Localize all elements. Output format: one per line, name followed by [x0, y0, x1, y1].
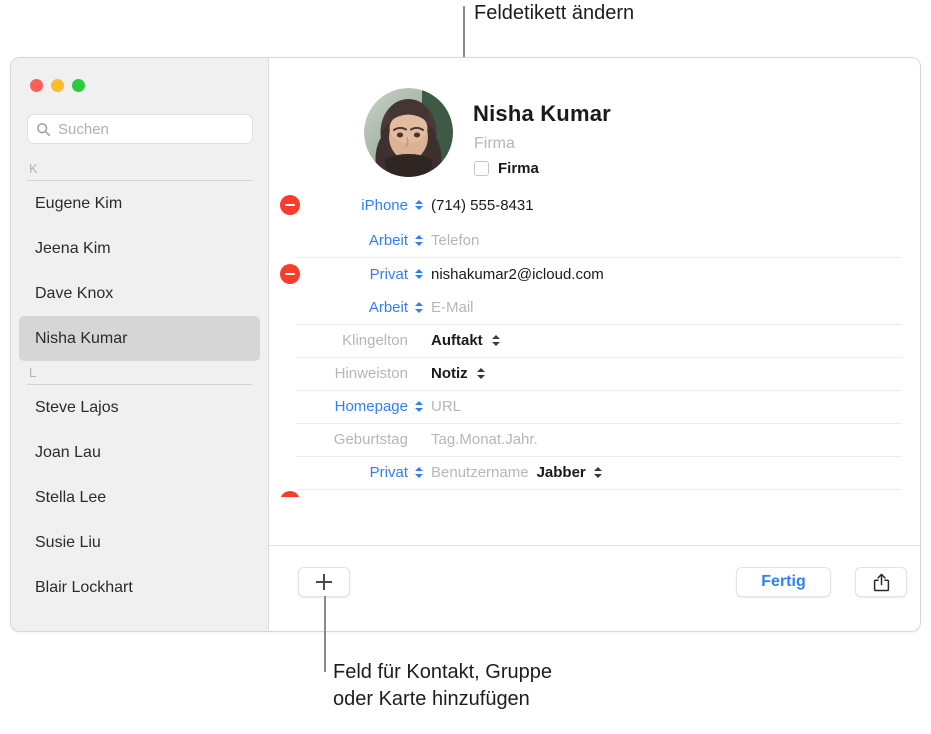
company-checkbox[interactable]	[474, 161, 489, 176]
done-button-label: Fertig	[761, 573, 806, 590]
chevron-updown-icon[interactable]	[413, 302, 424, 313]
field-row-ringtone[interactable]: Klingelton Auftakt	[269, 324, 920, 357]
field-row-phone-iphone[interactable]: iPhone (714) 555-8431	[269, 186, 920, 224]
field-value-placeholder[interactable]: URL	[431, 398, 461, 415]
done-button[interactable]: Fertig	[736, 567, 831, 597]
contact-name-label: Eugene Kim	[35, 194, 123, 212]
field-value[interactable]: nishakumar2@icloud.com	[431, 266, 604, 283]
field-row-email-work[interactable]: Arbeit E-Mail	[269, 291, 920, 324]
callout-leader-line-bottom	[324, 596, 326, 672]
share-button[interactable]	[855, 567, 907, 597]
field-value-placeholder[interactable]: Benutzername	[431, 464, 529, 481]
field-value[interactable]: Notiz	[431, 365, 468, 382]
contact-card-header: Nisha Kumar Firma Firma	[269, 58, 920, 186]
field-separator	[297, 489, 902, 490]
field-row-homepage[interactable]: Homepage URL	[269, 390, 920, 423]
avatar-photo	[364, 88, 453, 177]
sidebar-item-nisha-kumar[interactable]: Nisha Kumar	[19, 316, 260, 361]
field-separator	[297, 324, 902, 325]
add-field-button[interactable]	[298, 567, 350, 597]
field-label[interactable]: Arbeit	[269, 299, 411, 316]
sidebar-item-steve-lajos[interactable]: Steve Lajos	[19, 385, 260, 430]
contact-name-label: Susie Liu	[35, 533, 101, 551]
search-placeholder: Suchen	[58, 120, 109, 138]
im-service-value[interactable]: Jabber	[537, 464, 586, 481]
minimize-button[interactable]	[51, 79, 64, 92]
sidebar-item-susie-liu[interactable]: Susie Liu	[19, 520, 260, 565]
delete-field-button[interactable]	[280, 491, 300, 497]
contacts-window: Suchen K Eugene Kim Jeena Kim Dave Knox …	[10, 57, 921, 632]
chevron-updown-icon[interactable]	[413, 199, 424, 211]
group-header-letter: K	[29, 161, 38, 176]
contact-list[interactable]: K Eugene Kim Jeena Kim Dave Knox Nisha K…	[11, 157, 268, 631]
chevron-updown-icon[interactable]	[491, 335, 502, 346]
field-label[interactable]: Homepage	[269, 398, 411, 415]
sidebar-item-joan-lau[interactable]: Joan Lau	[19, 430, 260, 475]
callout-label-bottom: Feld für Kontakt, Gruppe oder Karte hinz…	[333, 661, 553, 710]
sidebar-item-dave-knox[interactable]: Dave Knox	[19, 271, 260, 316]
field-separator	[297, 456, 902, 457]
callout-label-top: Feldetikett ändern	[474, 2, 635, 24]
sidebar-item-eugene-kim[interactable]: Eugene Kim	[19, 181, 260, 226]
field-value[interactable]: (714) 555-8431	[431, 197, 534, 214]
company-checkbox-label: Firma	[498, 160, 539, 177]
field-label[interactable]: Privat	[269, 464, 411, 481]
chevron-updown-icon[interactable]	[413, 401, 424, 412]
contact-detail-pane: Nisha Kumar Firma Firma iPhone (714) 555…	[269, 58, 920, 631]
search-input[interactable]: Suchen	[27, 114, 253, 144]
field-row-birthday[interactable]: Geburtstag Tag.Monat.Jahr.	[269, 423, 920, 456]
contact-name-label: Steve Lajos	[35, 398, 119, 416]
contact-fields-list: iPhone (714) 555-8431 Arbeit Telefon Pri…	[269, 186, 920, 546]
field-value[interactable]: Auftakt	[431, 332, 483, 349]
share-icon	[873, 573, 889, 591]
contact-name-label: Joan Lau	[35, 443, 101, 461]
chevron-updown-icon[interactable]	[413, 467, 424, 478]
company-toggle-row[interactable]: Firma	[474, 160, 539, 177]
field-row-texttone[interactable]: Hinweiston Notiz	[269, 357, 920, 390]
sidebar: Suchen K Eugene Kim Jeena Kim Dave Knox …	[11, 58, 269, 631]
avatar[interactable]	[364, 88, 453, 177]
contact-name-label: Dave Knox	[35, 284, 114, 302]
delete-field-button[interactable]	[280, 195, 300, 215]
field-row-email-home[interactable]: Privat nishakumar2@icloud.com	[269, 257, 920, 291]
chevron-updown-icon[interactable]	[413, 268, 424, 280]
field-separator	[297, 257, 902, 258]
field-value-placeholder[interactable]: E-Mail	[431, 299, 474, 316]
delete-field-button[interactable]	[280, 264, 300, 284]
chevron-updown-icon[interactable]	[476, 368, 487, 379]
field-label: Hinweiston	[334, 365, 408, 382]
field-separator	[297, 357, 902, 358]
field-row-partial-next[interactable]	[269, 489, 920, 497]
field-label: Geburtstag	[333, 431, 408, 448]
company-field-placeholder[interactable]: Firma	[474, 135, 515, 153]
group-header-letter: L	[29, 365, 37, 380]
contact-group-k: K Eugene Kim Jeena Kim Dave Knox Nisha K…	[11, 157, 268, 361]
close-button[interactable]	[30, 79, 43, 92]
chevron-updown-icon[interactable]	[593, 467, 604, 478]
field-value-placeholder[interactable]: Telefon	[431, 232, 479, 249]
field-separator	[297, 423, 902, 424]
contact-name-label: Nisha Kumar	[35, 329, 128, 347]
sidebar-item-blair-lockhart[interactable]: Blair Lockhart	[19, 565, 260, 610]
field-separator	[297, 390, 902, 391]
field-row-phone-work[interactable]: Arbeit Telefon	[269, 224, 920, 257]
field-label: Klingelton	[342, 332, 408, 349]
contact-name-label: Jeena Kim	[35, 239, 111, 257]
sidebar-item-stella-lee[interactable]: Stella Lee	[19, 475, 260, 520]
detail-bottom-toolbar: Fertig	[269, 545, 920, 631]
contact-full-name: Nisha Kumar	[473, 101, 611, 126]
field-row-im-home[interactable]: Privat Benutzername Jabber	[269, 456, 920, 489]
contact-group-l: L Steve Lajos Joan Lau Stella Lee Susie …	[11, 361, 268, 610]
plus-icon	[316, 574, 332, 590]
field-value-placeholder[interactable]: Tag.Monat.Jahr.	[431, 431, 538, 448]
zoom-button[interactable]	[72, 79, 85, 92]
sidebar-item-jeena-kim[interactable]: Jeena Kim	[19, 226, 260, 271]
chevron-updown-icon[interactable]	[413, 235, 424, 246]
field-label[interactable]: Arbeit	[269, 232, 411, 249]
contact-name-label: Stella Lee	[35, 488, 107, 506]
contact-name-label: Blair Lockhart	[35, 578, 133, 596]
window-controls	[30, 79, 85, 92]
search-icon	[37, 122, 51, 136]
